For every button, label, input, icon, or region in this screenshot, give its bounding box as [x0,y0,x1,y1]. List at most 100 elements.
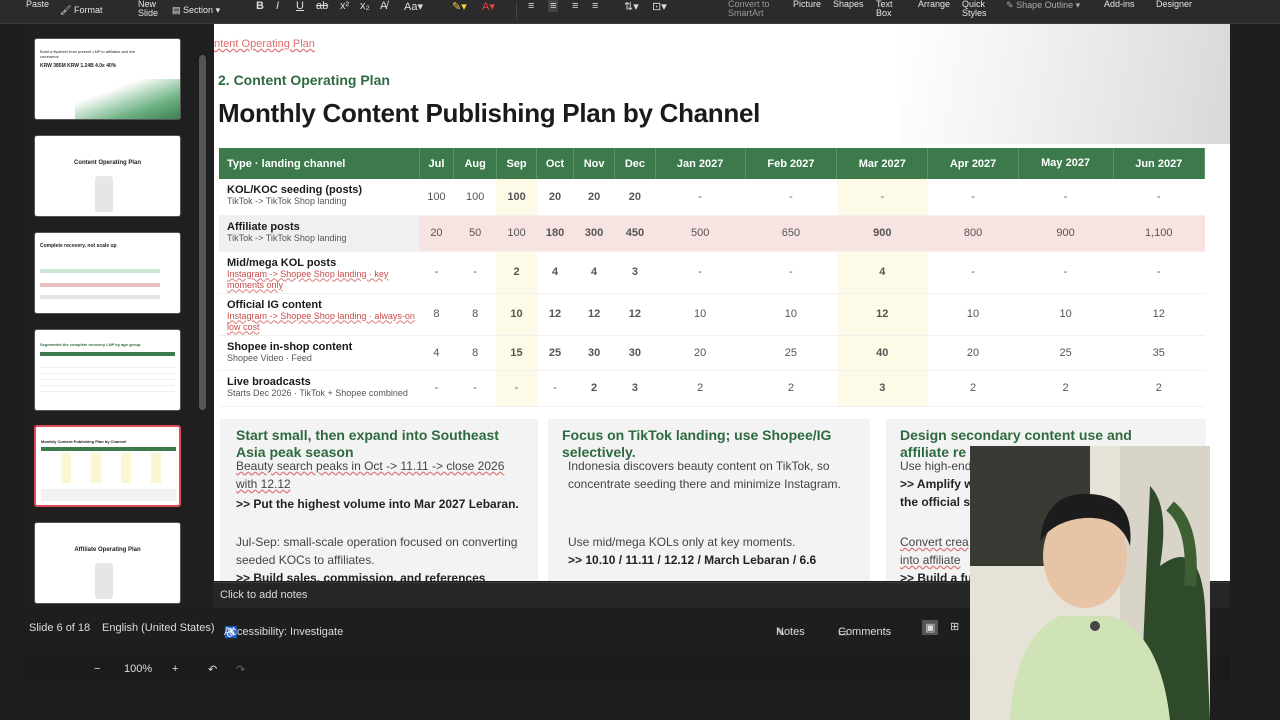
undo-icon[interactable]: ↶ [208,663,217,676]
slide-thumbnail-5-active[interactable]: Monthly Content Publishing Plan by Chann… [34,425,181,507]
thumb-table [41,453,176,483]
slide-sorter-icon[interactable]: ⊞ [950,620,959,633]
thumbnail-scrollbar[interactable] [199,55,206,410]
column-text: Convert crea [900,535,969,549]
bold-button[interactable]: B [256,0,264,12]
page-title[interactable]: Monthly Content Publishing Plan by Chann… [218,98,760,129]
table-row: Official IG content Instagram -> Shopee S… [219,293,1205,336]
header-cell: May 2027 [1018,148,1114,179]
change-case-icon[interactable]: Aa▾ [404,0,423,13]
column-text: >> Build sales, commission, and referenc… [236,571,486,581]
designer-button[interactable]: Designer [1156,0,1192,9]
section-title: 2. Content Operating Plan [218,72,390,88]
slide-thumbnail-2[interactable]: Content Operating Plan [34,135,181,217]
shapes-button[interactable]: Shapes [833,0,864,9]
slide-thumbnail-6[interactable]: Affiliate Operating Plan [34,522,181,604]
arrange-button[interactable]: Arrange [918,0,950,9]
thumb-stats: KRW 385M KRW 1.24B 4.0x 40% [40,63,117,69]
convert-smartart-button[interactable]: Convert to SmartArt [728,0,770,18]
header-cell: Jul [419,148,455,179]
shape-outline-label: Shape Outline [1016,0,1074,10]
language-indicator[interactable]: English (United States) [102,622,215,634]
thumb-title: Segmented the complete recovery LNP by a… [40,342,141,347]
clear-format-icon[interactable]: A̸ [380,0,387,12]
table-cell: - [655,251,746,294]
table-cell: 10 [496,293,537,336]
font-color-icon[interactable]: A▾ [482,0,495,13]
row-subtitle: Instagram -> Shopee Shop landing · alway… [227,310,415,332]
table-cell: 10 [745,293,837,336]
table-cell: 4 [836,251,928,294]
zoom-in-button[interactable]: + [172,663,178,675]
table-cell: 20 [536,179,574,216]
row-subtitle: TikTok -> TikTok Shop landing [227,196,347,206]
table-cell: - [419,251,454,294]
addins-button[interactable]: Add-ins [1104,0,1135,9]
slide-thumbnail-3[interactable]: Complete recovery, not scale up [34,232,181,314]
italic-button[interactable]: I [276,0,279,12]
format-painter-button[interactable]: 🖌 Format [60,6,102,15]
align-center-icon[interactable]: ≡ [548,0,559,12]
picture-button[interactable]: Picture [793,0,821,9]
thumb-title: Build a flywheel from present LNP to aff… [40,49,136,59]
thumb-line [40,269,160,273]
slide-thumbnail-1[interactable]: Build a flywheel from present LNP to aff… [34,38,181,120]
column-text: >> 10.10 / 11.11 / 12.12 / March Lebaran… [568,553,817,567]
table-cell: 8 [453,293,497,336]
table-cell: 900 [1018,215,1114,252]
column-text: Jul-Sep: small-scale operation focused o… [236,535,518,567]
table-cell: 25 [745,335,837,371]
publishing-plan-table[interactable]: Type · landing channel Jul Aug Sep Oct N… [219,148,1206,407]
table-row: Mid/mega KOL posts Instagram -> Shopee Sh… [219,251,1205,294]
row-subtitle: Instagram -> Shopee Shop landing · key m… [227,268,389,290]
thumb-title: Monthly Content Publishing Plan by Chann… [41,439,127,444]
format-label: Format [73,5,103,15]
zoom-level[interactable]: 100% [124,663,152,675]
row-header-cell: Shopee in-shop content Shopee Video · Fee… [219,335,419,371]
column-title: Start small, then expand into Southeast … [236,427,499,460]
table-cell: - [1018,179,1114,216]
align-left-icon[interactable]: ≡ [528,0,534,12]
thumb-area-shape [75,79,180,119]
quick-styles-button[interactable]: Quick Styles [962,0,987,18]
new-slide-button[interactable]: New Slide [138,0,158,18]
zoom-out-button[interactable]: − [94,663,100,675]
slide-thumbnail-4[interactable]: Segmented the complete recovery LNP by a… [34,329,181,411]
table-cell: 25 [536,335,574,371]
highlight-icon[interactable]: ✎▾ [452,0,467,13]
superscript-icon[interactable]: x² [340,0,349,12]
redo-icon[interactable]: ↷ [236,663,245,676]
section-button[interactable]: ▤ Section ▾ [172,6,220,15]
table-cell: - [453,370,497,407]
table-cell: 100 [419,179,454,216]
table-cell: 450 [614,215,656,252]
table-cell: 2 [927,370,1019,407]
align-text-icon[interactable]: ⊡▾ [652,0,667,13]
section-icon: ▤ [172,5,181,15]
column-text: >> Build a fu [900,571,973,581]
table-cell: 650 [745,215,837,252]
table-cell: 20 [614,179,656,216]
text-direction-icon[interactable]: ⇅▾ [624,0,639,13]
normal-view-icon[interactable]: ▣ [922,620,939,635]
column-title: Focus on TikTok landing; use Shopee/IG s… [562,427,832,460]
insight-column-1: Start small, then expand into Southeast … [220,419,538,581]
align-right-icon[interactable]: ≡ [572,0,578,12]
underline-icon[interactable]: U [296,0,304,12]
table-cell: - [836,179,928,216]
table-cell: 12 [836,293,928,336]
thumb-product-image [95,176,113,212]
table-row: Affiliate posts TikTok -> TikTok Shop lan… [219,215,1205,252]
strikethrough-icon[interactable]: ab [316,0,328,12]
textbox-button[interactable]: Text Box [876,0,893,18]
header-cell: Oct [536,148,574,179]
breadcrumb: ntent Operating Plan [214,38,315,50]
justify-icon[interactable]: ≡ [592,0,598,12]
paste-button[interactable]: Paste [26,0,49,9]
pen-icon: ✎ [1006,0,1014,10]
table-cell: - [927,251,1019,294]
header-cell: Apr 2027 [927,148,1019,179]
subscript-icon[interactable]: x₂ [360,0,370,12]
shape-outline-button[interactable]: ✎ Shape Outline ▾ [1006,1,1080,10]
table-cell: 12 [536,293,574,336]
